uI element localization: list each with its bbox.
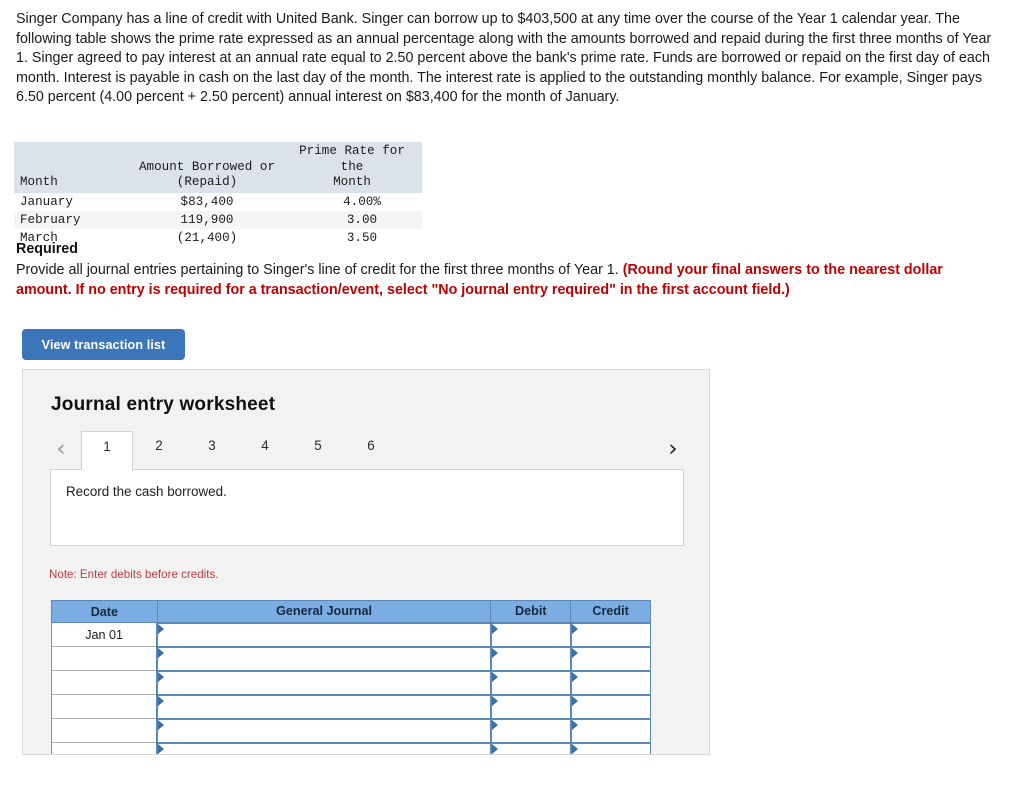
data-table-header-row: Month Amount Borrowed or (Repaid) Prime … bbox=[14, 142, 422, 193]
journal-account-input[interactable] bbox=[156, 669, 492, 695]
header-amount: Amount Borrowed or (Repaid) bbox=[132, 142, 282, 193]
journal-debit-input[interactable] bbox=[489, 669, 572, 695]
table-row bbox=[51, 741, 651, 754]
journal-credit-input[interactable] bbox=[569, 717, 651, 743]
journal-account-input[interactable] bbox=[156, 693, 492, 719]
journal-credit-input[interactable] bbox=[569, 645, 651, 671]
cell-amount: $83,400 bbox=[180, 194, 234, 209]
tab-4[interactable]: 4 bbox=[239, 431, 291, 469]
journal-entry-worksheet-panel: Journal entry worksheet ‹ 1 2 3 4 5 6 › … bbox=[22, 369, 710, 755]
journal-debit-input[interactable] bbox=[489, 621, 572, 647]
cell-rate: 4.00% bbox=[343, 194, 381, 209]
journal-credit-input[interactable] bbox=[569, 741, 651, 754]
journal-credit-input[interactable] bbox=[569, 621, 651, 647]
header-amount-line1: Amount Borrowed or bbox=[138, 159, 276, 174]
table-row: January $83,400 4.00% bbox=[14, 193, 422, 211]
worksheet-title: Journal entry worksheet bbox=[51, 394, 276, 415]
tab-1[interactable]: 1 bbox=[81, 431, 133, 470]
journal-date-cell[interactable] bbox=[51, 718, 158, 743]
view-transaction-list-button[interactable]: View transaction list bbox=[22, 329, 185, 360]
tab-6[interactable]: 6 bbox=[345, 431, 397, 469]
journal-header-general: General Journal bbox=[156, 600, 492, 623]
problem-statement: Singer Company has a line of credit with… bbox=[16, 11, 992, 106]
chevron-right-icon[interactable]: › bbox=[662, 437, 684, 463]
journal-debit-input[interactable] bbox=[489, 693, 572, 719]
prime-rate-table: Month Amount Borrowed or (Repaid) Prime … bbox=[14, 142, 422, 247]
journal-date-cell[interactable] bbox=[51, 670, 158, 695]
journal-account-input[interactable] bbox=[156, 645, 492, 671]
debits-before-credits-note: Note: Enter debits before credits. bbox=[49, 568, 219, 581]
journal-date-cell[interactable] bbox=[51, 694, 158, 719]
header-month: Month bbox=[14, 142, 132, 193]
header-rate-line1: Prime Rate for the bbox=[299, 144, 405, 174]
journal-credit-input[interactable] bbox=[569, 693, 651, 719]
required-body: Provide all journal entries pertaining t… bbox=[16, 261, 986, 300]
header-amount-line2: (Repaid) bbox=[176, 175, 238, 189]
table-row: February 119,900 3.00 bbox=[14, 210, 422, 229]
required-instruction: Provide all journal entries pertaining t… bbox=[16, 262, 623, 278]
tab-5[interactable]: 5 bbox=[292, 431, 344, 469]
journal-date-cell[interactable] bbox=[51, 742, 158, 754]
journal-header-row: Date General Journal Debit Credit bbox=[51, 600, 651, 623]
journal-header-credit: Credit bbox=[570, 600, 651, 623]
table-row: Jan 01 bbox=[51, 621, 651, 647]
table-row bbox=[51, 693, 651, 719]
journal-account-input[interactable] bbox=[156, 741, 492, 754]
cell-rate: 3.50 bbox=[346, 230, 378, 245]
header-rate: Prime Rate for the Month bbox=[282, 142, 422, 193]
journal-account-input[interactable] bbox=[156, 621, 492, 647]
cell-rate: 3.00 bbox=[282, 210, 422, 229]
table-row bbox=[51, 717, 651, 743]
table-row bbox=[51, 645, 651, 671]
page-root: Singer Company has a line of credit with… bbox=[0, 0, 1024, 785]
journal-header-date: Date bbox=[51, 600, 158, 623]
cell-amount: (21,400) bbox=[176, 230, 238, 245]
chevron-left-icon[interactable]: ‹ bbox=[50, 437, 72, 463]
journal-date-cell[interactable] bbox=[51, 646, 158, 671]
journal-entry-table: Date General Journal Debit Credit Jan 01 bbox=[51, 600, 651, 754]
tab-2[interactable]: 2 bbox=[133, 431, 185, 469]
table-row bbox=[51, 669, 651, 695]
journal-debit-input[interactable] bbox=[489, 741, 572, 754]
worksheet-tabstrip: ‹ 1 2 3 4 5 6 › bbox=[50, 431, 684, 470]
journal-debit-input[interactable] bbox=[489, 645, 572, 671]
required-heading: Required bbox=[16, 241, 78, 257]
journal-header-debit: Debit bbox=[490, 600, 572, 623]
cell-month: February bbox=[14, 210, 132, 229]
transaction-description-box: Record the cash borrowed. bbox=[50, 469, 684, 546]
tab-3[interactable]: 3 bbox=[186, 431, 238, 469]
header-rate-line2: Month bbox=[333, 175, 371, 189]
journal-account-input[interactable] bbox=[156, 717, 492, 743]
cell-month: January bbox=[20, 194, 73, 209]
journal-debit-input[interactable] bbox=[489, 717, 572, 743]
journal-credit-input[interactable] bbox=[569, 669, 651, 695]
transaction-description: Record the cash borrowed. bbox=[66, 484, 227, 499]
journal-date-cell[interactable]: Jan 01 bbox=[51, 622, 158, 647]
cell-amount: 119,900 bbox=[132, 210, 282, 229]
